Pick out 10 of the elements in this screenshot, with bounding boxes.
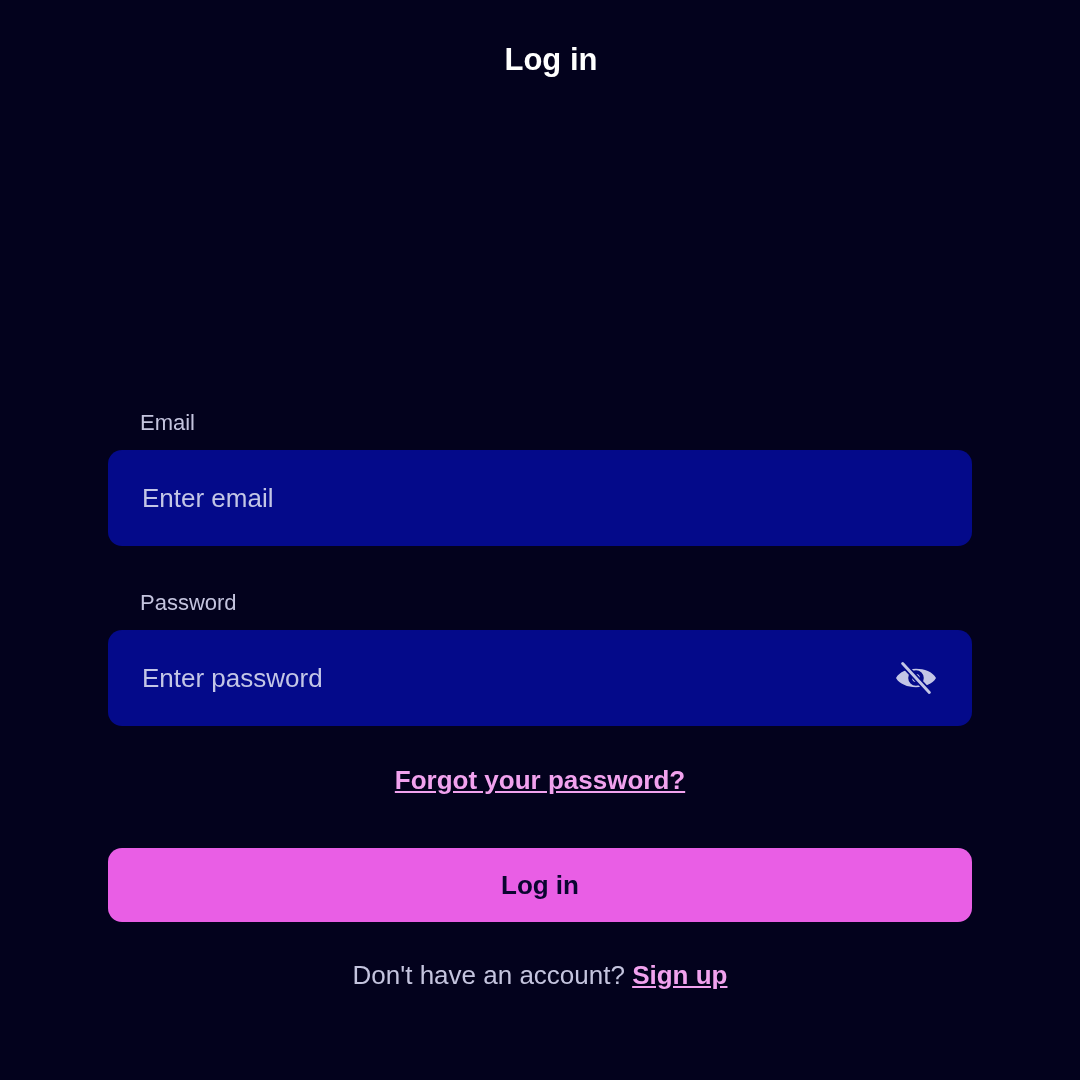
eye-slash-icon[interactable]	[896, 662, 936, 694]
email-field[interactable]: Enter email	[108, 450, 972, 546]
log-in-button[interactable]: Log in	[108, 848, 972, 922]
email-label: Email	[140, 409, 195, 437]
page-title: Log in	[504, 41, 598, 79]
forgot-password-link[interactable]: Forgot your password?	[394, 764, 686, 796]
password-field[interactable]: Enter password	[108, 630, 972, 726]
sign-up-prompt: Don't have an account? Sign up	[351, 959, 729, 991]
password-label: Password	[140, 589, 237, 617]
sign-up-link[interactable]: Sign up	[632, 960, 728, 990]
